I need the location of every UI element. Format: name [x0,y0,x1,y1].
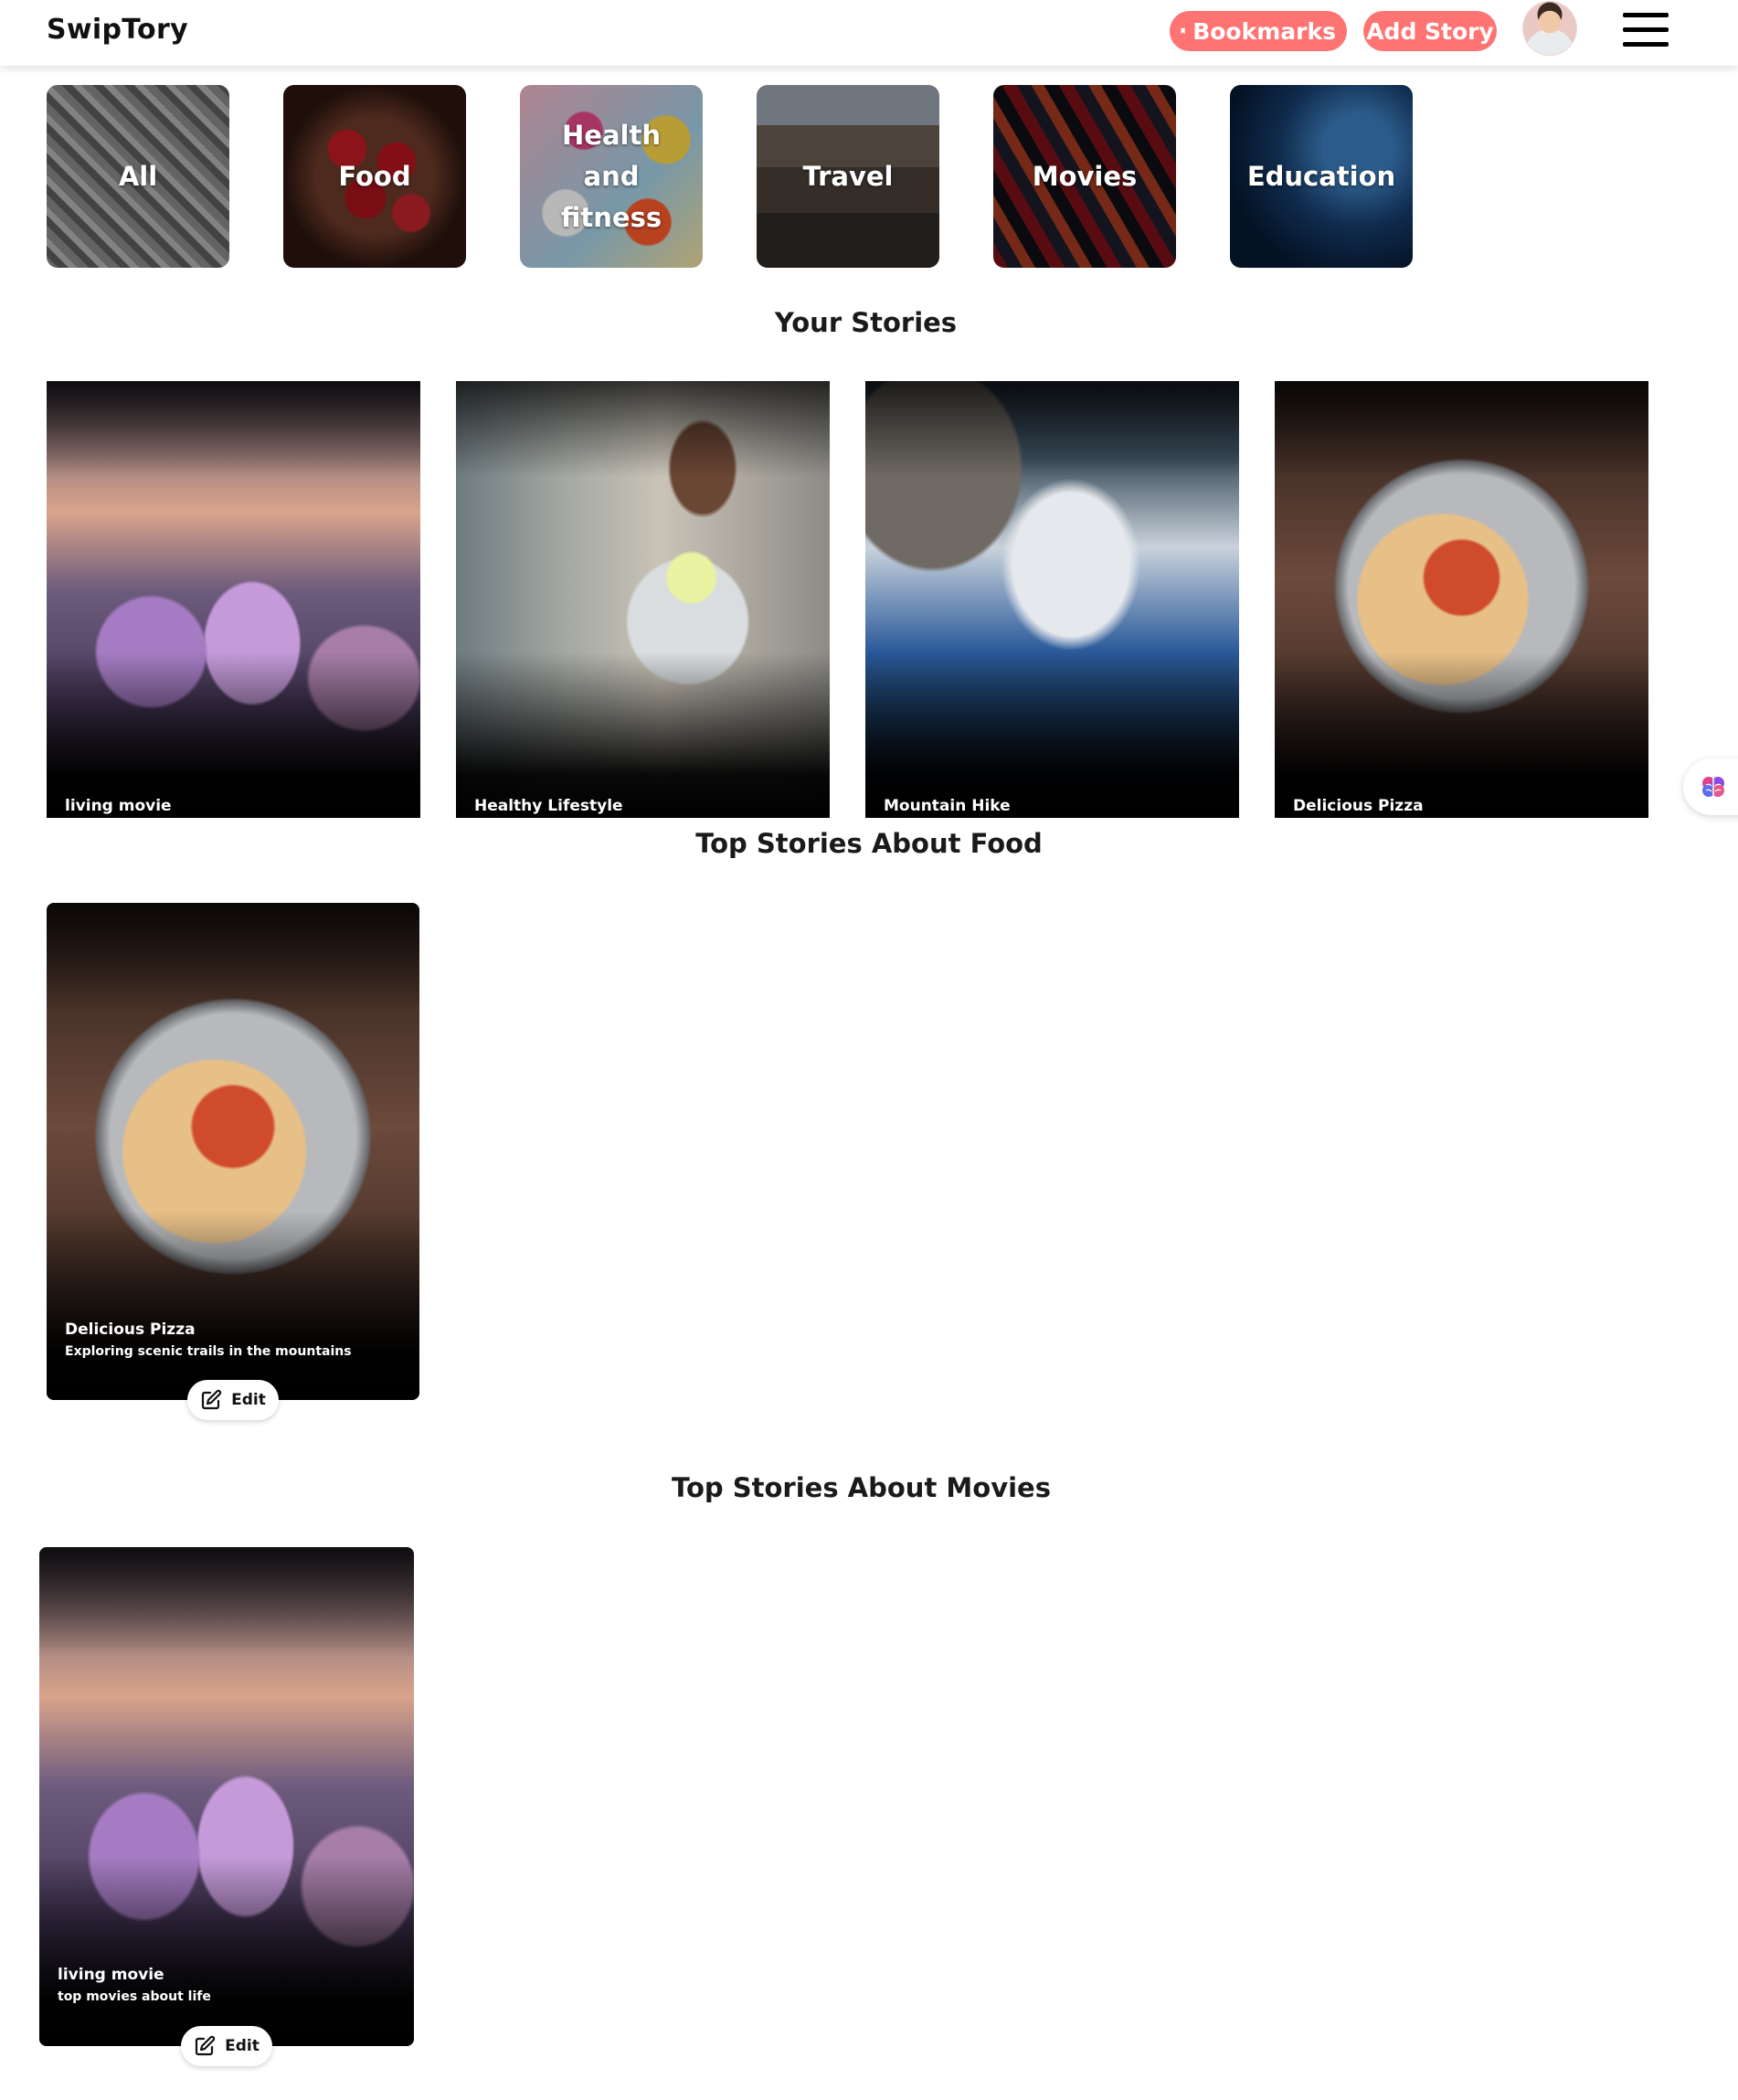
category-label: Travel [802,160,894,192]
category-all[interactable]: All [47,85,229,268]
story-card[interactable]: Healthy Lifestyle [456,381,830,818]
user-avatar[interactable] [1523,2,1576,55]
card-overlay [456,381,830,818]
app-logo[interactable]: SwipTory [47,14,188,46]
edit-button[interactable]: Edit [187,1380,279,1420]
card-overlay [1275,381,1648,818]
story-title: Delicious Pizza [65,1320,196,1339]
story-title: Delicious Pizza [1293,797,1424,815]
category-food[interactable]: Food [283,85,466,268]
category-label: Education [1246,160,1396,192]
edit-icon [196,2035,216,2056]
story-description: top movies about life [58,1989,211,2004]
category-movies[interactable]: Movies [993,85,1176,268]
edit-icon [202,1389,222,1410]
story-card[interactable]: Delicious Pizza [1275,381,1648,818]
bookmark-icon [1181,27,1185,35]
hamburger-menu-icon[interactable] [1623,13,1669,48]
edit-label: Edit [231,1391,266,1409]
category-health-and-fitness[interactable]: Health and fitness [520,85,703,268]
add-story-button[interactable]: Add Story [1363,11,1497,51]
story-title: Healthy Lifestyle [474,797,623,815]
section-heading-movies: Top Stories About Movies [672,1472,1051,1503]
brain-icon [1702,777,1724,797]
story-title: Mountain Hike [884,797,1011,815]
navbar: SwipTory Bookmarks Add Story [0,0,1738,66]
category-label: Health and fitness [560,119,662,233]
story-card[interactable]: living movie top movies about life [39,1547,414,2046]
floating-assistant-button[interactable] [1683,758,1738,815]
story-card[interactable]: Mountain Hike [865,381,1239,818]
story-card[interactable]: living movie [47,381,420,818]
story-description: Exploring scenic trails in the mountains [65,1344,352,1359]
edit-button[interactable]: Edit [181,2026,272,2066]
edit-label: Edit [225,2037,260,2055]
category-label: Food [338,160,411,192]
story-card[interactable]: Delicious Pizza Exploring scenic trails … [47,903,419,1400]
category-label: Movies [1032,160,1138,192]
section-heading-your-stories: Your Stories [774,307,958,338]
category-education[interactable]: Education [1230,85,1413,268]
category-travel[interactable]: Travel [757,85,939,268]
bookmarks-label: Bookmarks [1192,17,1336,45]
card-overlay [865,381,1239,818]
story-title: living movie [58,1966,164,1984]
story-title: living movie [65,797,172,815]
section-heading-food: Top Stories About Food [695,828,1043,859]
category-label: All [118,160,158,192]
card-overlay [47,381,420,818]
bookmarks-button[interactable]: Bookmarks [1170,11,1347,51]
